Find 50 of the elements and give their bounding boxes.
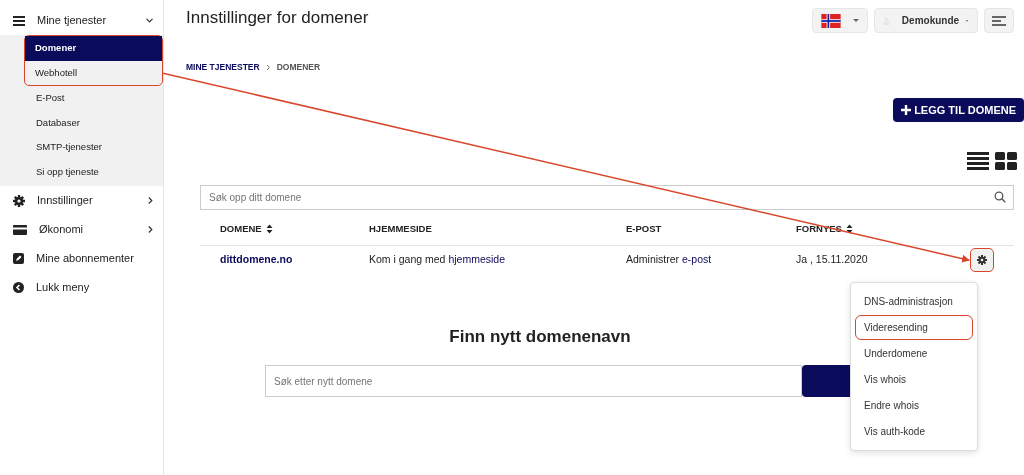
menu-icon xyxy=(992,15,1006,26)
column-header: E-POST xyxy=(626,221,662,236)
add-domain-button[interactable]: LEGG TIL DOMENE xyxy=(893,97,1024,122)
sidebar-item[interactable]: Økonomi xyxy=(0,215,163,244)
sidebar-subitem[interactable]: Databaser xyxy=(0,110,163,135)
sidebar-subitem[interactable]: Si opp tjeneste xyxy=(0,159,163,184)
menu-item[interactable]: Vis auth-kode xyxy=(855,419,973,444)
domain-link[interactable]: dittdomene.no xyxy=(220,253,293,266)
column-header: HJEMMESIDE xyxy=(369,221,432,236)
caret-icon xyxy=(853,18,859,23)
new-domain-search-field[interactable]: Søk etter nytt domene xyxy=(265,365,802,398)
credit-card-icon xyxy=(13,224,27,235)
menu-button[interactable] xyxy=(984,8,1014,33)
sidebar-subitem[interactable]: Webhotell xyxy=(25,60,162,85)
search-icon xyxy=(994,191,1006,204)
settings-icon xyxy=(977,255,987,266)
settings-button[interactable] xyxy=(970,248,994,273)
menu-item[interactable]: Endre whois xyxy=(855,393,973,418)
plus-icon xyxy=(901,104,912,115)
menu-item[interactable]: DNS-administrasjon xyxy=(855,289,973,314)
homepage-text: Kom i gang med hjemmeside xyxy=(369,253,505,266)
sidebar-item[interactable]: Mine tjenester xyxy=(0,6,163,35)
email-text: Administrer e-post xyxy=(626,253,712,266)
sidebar-subitem[interactable]: E-Post xyxy=(0,86,163,111)
domain-search-field[interactable]: Søk opp ditt domene xyxy=(200,184,1014,210)
page-title: Innstillinger for domener xyxy=(186,8,369,29)
sidebar-subitem[interactable]: Domener xyxy=(25,36,162,61)
sidebar-item[interactable]: Lukk meny xyxy=(0,273,163,302)
list-icon xyxy=(13,15,25,26)
menu-item[interactable]: Videresending xyxy=(855,315,973,340)
back-icon xyxy=(13,282,24,293)
sidebar-subitem[interactable]: SMTP-tjenester xyxy=(0,135,163,160)
sidebar-item[interactable]: Innstillinger xyxy=(0,186,163,215)
breadcrumb-item: DOMENER xyxy=(276,61,321,74)
edit-icon xyxy=(13,253,24,264)
renewal-date: Ja , 15.11.2020 xyxy=(796,252,868,268)
list-view-icon[interactable] xyxy=(967,151,989,170)
menu-item[interactable]: Underdomene xyxy=(855,341,973,366)
language-button[interactable] xyxy=(812,8,868,33)
user-button[interactable]: Demokunde xyxy=(874,8,978,33)
menu-item[interactable]: Vis whois xyxy=(855,367,973,392)
section-title: Finn nytt domenenavn xyxy=(449,326,631,348)
breadcrumb-item[interactable]: MINE TJENESTER xyxy=(186,61,260,74)
flag-icon xyxy=(821,13,841,28)
gear-icon xyxy=(13,194,25,207)
grid-view-icon[interactable] xyxy=(995,151,1017,170)
sortable-column-header[interactable]: DOMENE xyxy=(220,221,262,236)
email-link[interactable]: e-post xyxy=(682,253,712,266)
homepage-link[interactable]: hjemmeside xyxy=(448,253,505,266)
sidebar-item[interactable]: Mine abonnementer xyxy=(0,244,163,273)
